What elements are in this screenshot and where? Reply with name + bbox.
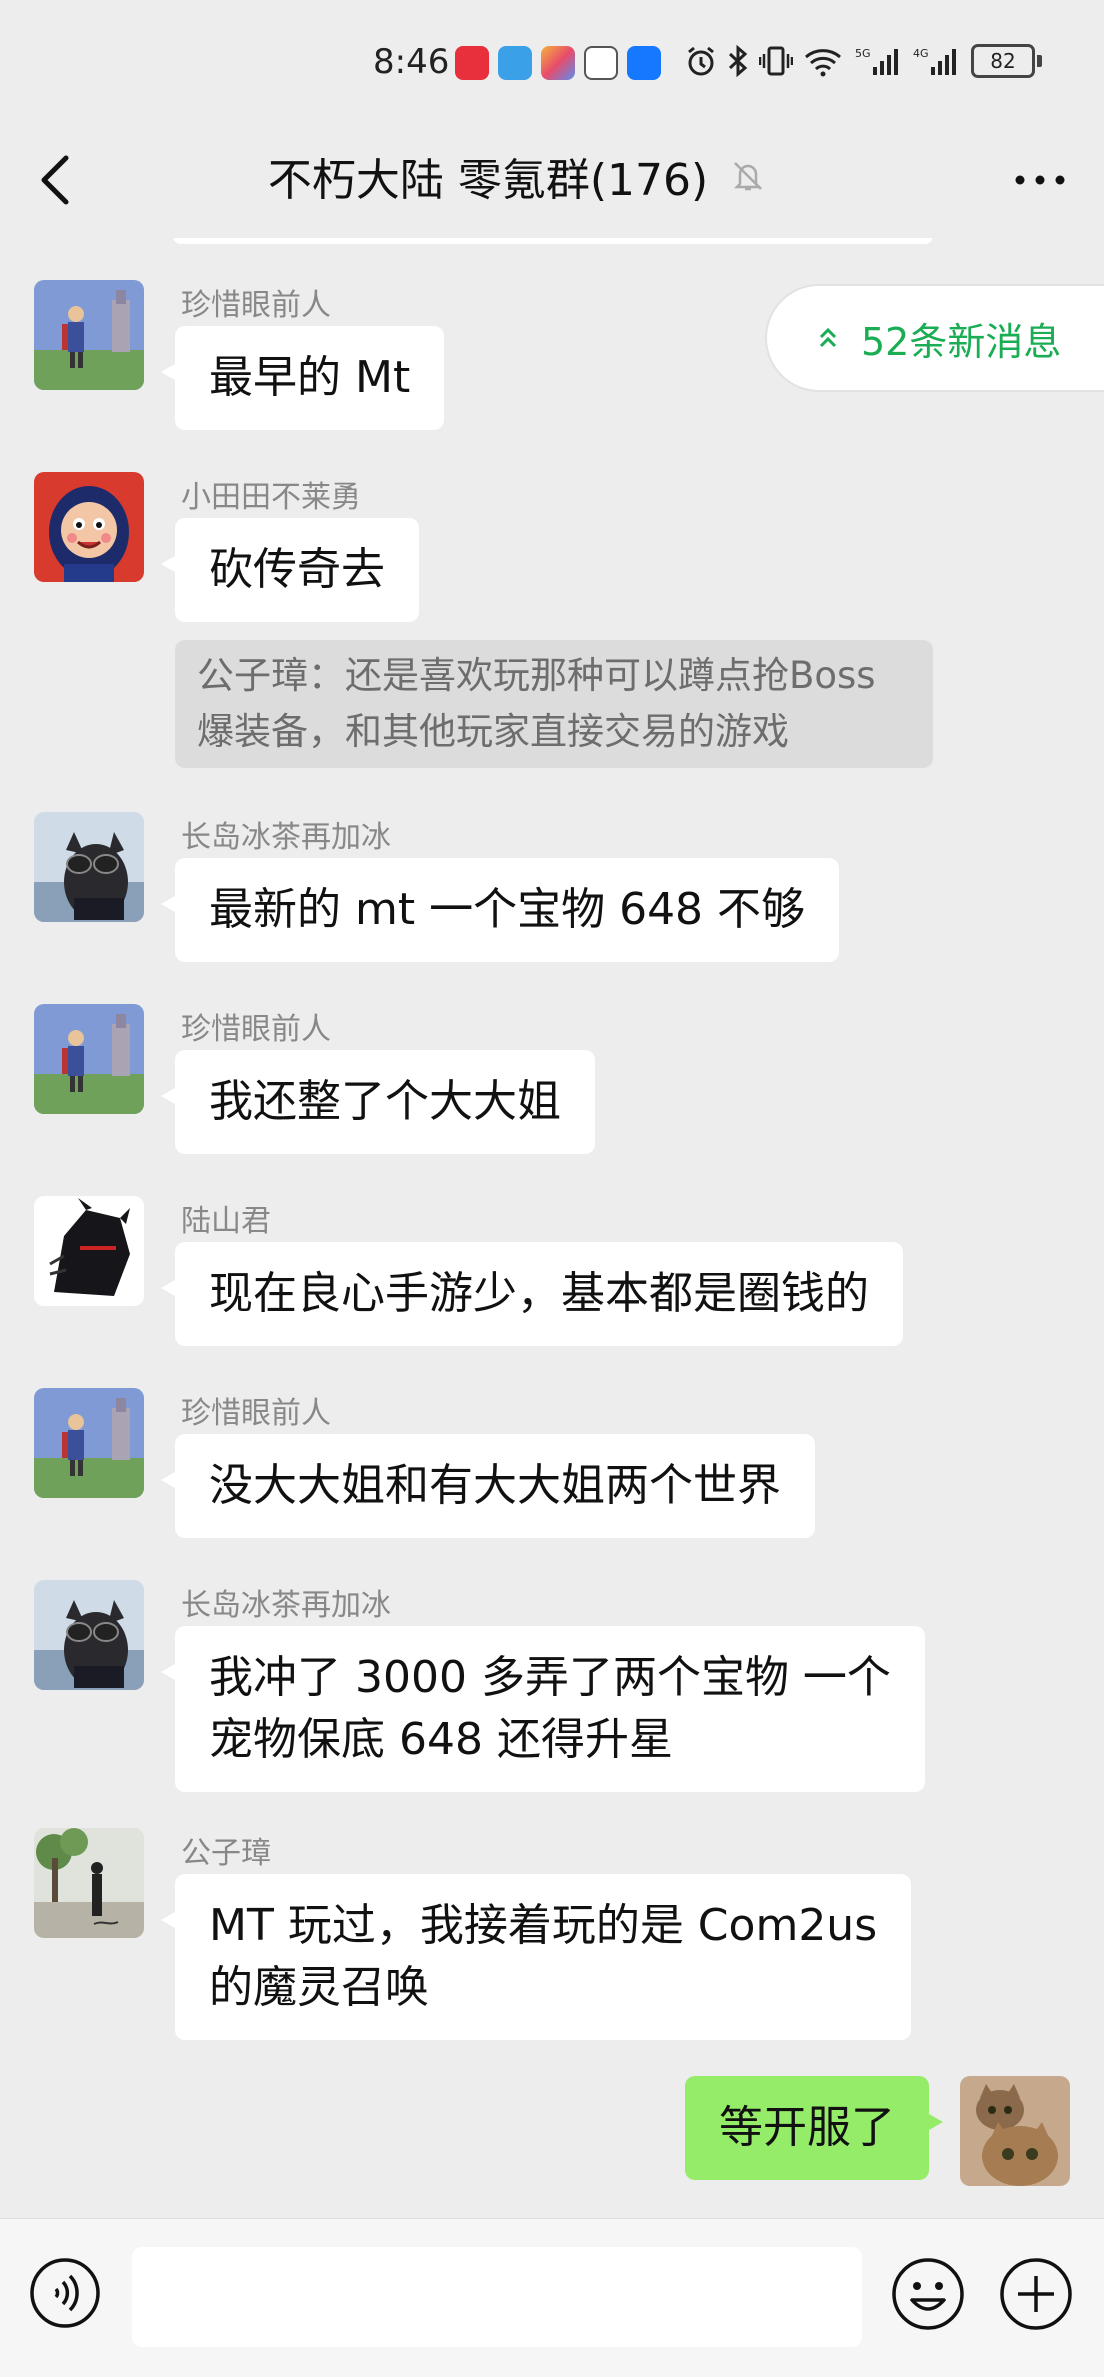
sender-name: 小田田不莱勇 xyxy=(181,480,361,515)
avatar[interactable] xyxy=(34,1196,144,1306)
more-dots-icon[interactable] xyxy=(1012,160,1068,200)
vibrate-icon xyxy=(759,46,793,76)
system-icons: 5G 4G 82 xyxy=(685,44,1042,78)
hand-icon xyxy=(584,46,618,80)
sender-name: 珍惜眼前人 xyxy=(181,288,331,323)
message-input[interactable] xyxy=(132,2247,862,2347)
signal-5g-icon: 5G xyxy=(855,47,898,75)
battery-icon: 82 xyxy=(971,44,1042,78)
plus-icon[interactable] xyxy=(998,2256,1074,2332)
message-bubble[interactable]: MT 玩过，我接着玩的是 Com2us 的魔灵召唤 xyxy=(160,1874,912,2040)
double-chevron-up-icon xyxy=(819,327,837,348)
chat-header: 不朽大陆 零氪群(176) xyxy=(0,130,1104,238)
voice-icon[interactable] xyxy=(28,2256,102,2330)
previous-message-bubble xyxy=(173,238,933,244)
message-bubble[interactable]: 没大大姐和有大大姐两个世界 xyxy=(161,1434,815,1538)
svg-text:5G: 5G xyxy=(855,47,871,60)
avatar[interactable] xyxy=(34,1580,144,1690)
emoji-icon[interactable] xyxy=(890,2256,966,2332)
signal-4g-icon: 4G xyxy=(913,47,956,75)
sender-name: 长岛冰茶再加冰 xyxy=(181,820,391,855)
new-messages-label: 52条新消息 xyxy=(861,319,1062,364)
status-time: 8:46 xyxy=(373,42,450,82)
alarm-icon xyxy=(688,46,714,76)
self-message-bubble[interactable]: 等开服了 xyxy=(685,2076,943,2180)
sender-name: 公子璋 xyxy=(181,1836,271,1871)
status-bar: 8:46 5G 4G 82 xyxy=(0,0,1104,130)
avatar[interactable] xyxy=(34,1828,144,1938)
message-bubble[interactable]: 现在良心手游少，基本都是圈钱的 xyxy=(161,1242,903,1346)
message-bubble[interactable]: 我冲了 3000 多弄了两个宝物 一个 宠物保底 648 还得升星 xyxy=(161,1626,925,1792)
message-bubble[interactable]: 最新的 mt 一个宝物 648 不够 xyxy=(160,858,840,962)
battery-level: 82 xyxy=(971,44,1035,78)
alipay-icon xyxy=(627,46,661,80)
message-bubble[interactable]: 我还整了个大大姐 xyxy=(161,1050,595,1154)
game-icon xyxy=(498,46,532,80)
sender-name: 陆山君 xyxy=(181,1204,271,1239)
new-messages-button[interactable]: 52条新消息 xyxy=(765,284,1104,392)
bluetooth-icon xyxy=(728,45,748,77)
sender-name: 珍惜眼前人 xyxy=(181,1012,331,1047)
message-bubble[interactable]: 最早的 Mt xyxy=(160,326,445,430)
avatar[interactable] xyxy=(34,812,144,922)
wifi-icon xyxy=(805,49,841,77)
sender-name: 珍惜眼前人 xyxy=(181,1396,331,1431)
quoted-message[interactable]: 公子璋：还是喜欢玩那种可以蹲点抢Boss 爆装备，和其他玩家直接交易的游戏 xyxy=(175,640,933,768)
svg-text:4G: 4G xyxy=(913,47,929,60)
message-list[interactable]: 珍惜眼前人 最早的 Mt 52条新消息 小田田不莱勇 砍传奇去 公子璋：还是喜欢… xyxy=(0,238,1104,2218)
message-bubble[interactable]: 砍传奇去 xyxy=(161,518,419,622)
avatar[interactable] xyxy=(34,1388,144,1498)
bell-off-icon xyxy=(734,162,763,191)
avatar[interactable] xyxy=(34,1004,144,1114)
xiaohongshu-icon xyxy=(455,46,489,80)
appstore-icon xyxy=(541,46,575,80)
input-bar xyxy=(0,2218,1104,2377)
self-avatar[interactable] xyxy=(960,2076,1070,2186)
notification-icons xyxy=(455,46,661,80)
chat-title[interactable]: 不朽大陆 零氪群(176) xyxy=(268,144,708,208)
avatar[interactable] xyxy=(34,280,144,390)
avatar[interactable] xyxy=(34,472,144,582)
sender-name: 长岛冰茶再加冰 xyxy=(181,1588,391,1623)
